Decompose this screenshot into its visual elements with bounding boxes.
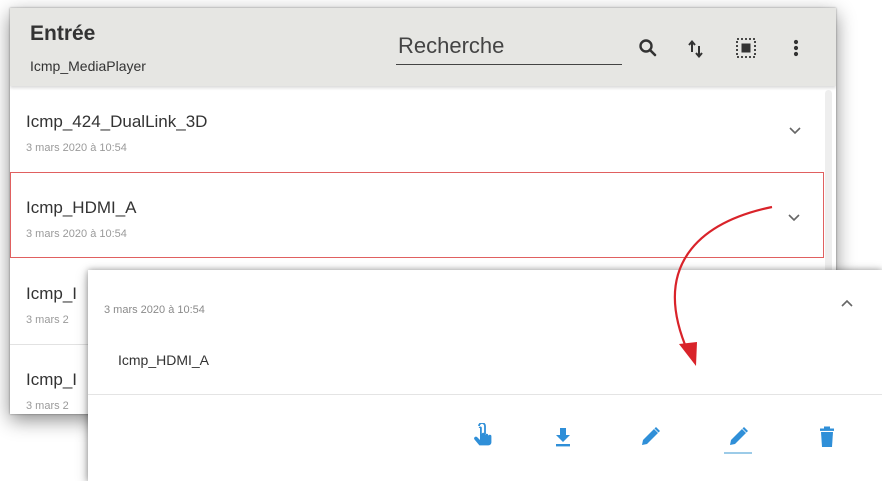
item-name: Icmp_I xyxy=(26,284,78,303)
delete-icon[interactable] xyxy=(813,422,841,452)
header-bar: Entrée Icmp_MediaPlayer xyxy=(10,8,836,86)
page-subtitle: Icmp_MediaPlayer xyxy=(30,58,146,74)
search-input[interactable] xyxy=(396,30,624,62)
item-date: 3 mars 2020 à 10:54 xyxy=(26,228,127,240)
item-name: Icmp_424_DualLink_3D xyxy=(26,112,208,131)
chevron-down-icon[interactable] xyxy=(787,213,801,223)
page-title: Entrée xyxy=(30,22,96,45)
chevron-down-icon[interactable] xyxy=(788,126,802,136)
divider xyxy=(88,394,882,395)
list-item-selected[interactable]: Icmp_HDMI_A 3 mars 2020 à 10:54 xyxy=(10,172,824,258)
touch-icon[interactable] xyxy=(468,422,496,452)
item-date: 3 mars 2020 à 10:54 xyxy=(26,142,127,154)
search-icon[interactable] xyxy=(636,36,660,60)
item-name: Icmp_HDMI_A xyxy=(26,198,137,217)
more-vert-icon[interactable] xyxy=(784,36,808,60)
detail-popup: 3 mars 2020 à 10:54 Icmp_HDMI_A xyxy=(88,270,882,481)
popup-date: 3 mars 2020 à 10:54 xyxy=(104,304,205,316)
select-all-icon[interactable] xyxy=(734,36,758,60)
edit-underlined-icon[interactable] xyxy=(724,422,752,454)
item-date: 3 mars 2 xyxy=(26,314,69,326)
sort-icon[interactable] xyxy=(684,36,708,60)
item-date: 3 mars 2 xyxy=(26,400,69,412)
active-underline xyxy=(724,452,752,454)
edit-icon[interactable] xyxy=(636,422,664,452)
chevron-up-icon[interactable] xyxy=(840,298,854,308)
download-icon[interactable] xyxy=(549,422,577,452)
search-field[interactable] xyxy=(396,30,624,65)
item-name: Icmp_I xyxy=(26,370,78,389)
popup-name: Icmp_HDMI_A xyxy=(118,352,210,368)
list-item[interactable]: Icmp_424_DualLink_3D 3 mars 2020 à 10:54 xyxy=(10,86,824,173)
